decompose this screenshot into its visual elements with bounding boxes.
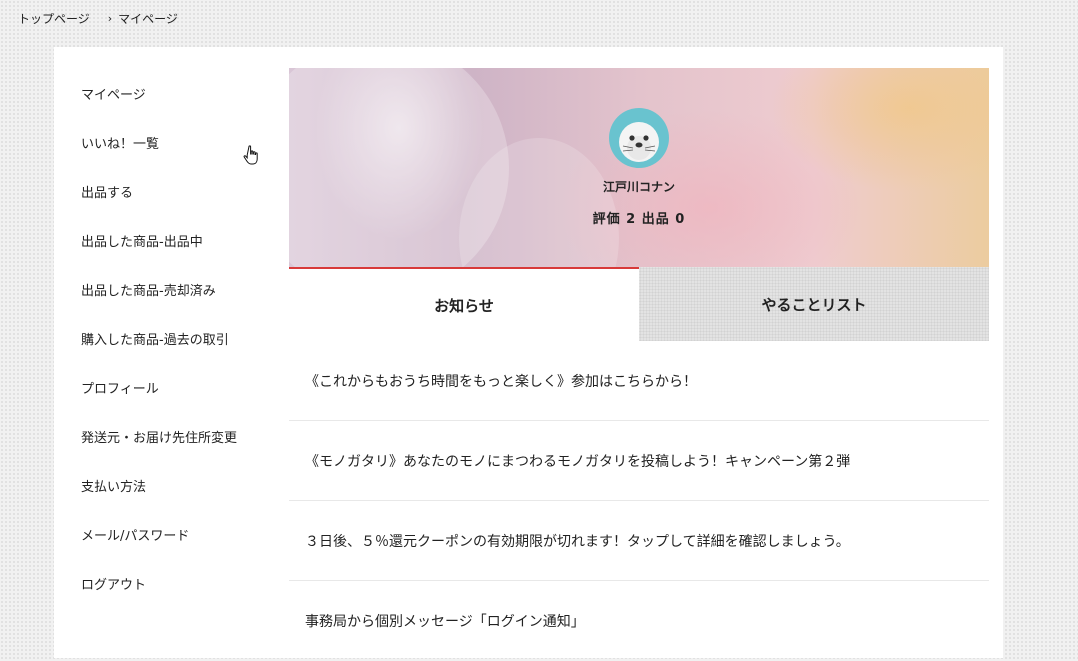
sidebar-item-logout[interactable]: ログアウト [81, 574, 146, 593]
user-stats: 評価 2 出品 0 [592, 212, 686, 227]
sidebar-item-listed-sold[interactable]: 出品した商品-売却済み [81, 280, 216, 299]
profile-header: 江戸川コナン 評価 2 出品 0 [289, 68, 989, 268]
mypage-card: マイページ いいね！一覧 出品する 出品した商品-出品中 出品した商品-売却済み… [54, 47, 1003, 658]
sidebar-item-profile[interactable]: プロフィール [81, 378, 159, 397]
sidebar-item-mypage[interactable]: マイページ [81, 84, 146, 103]
tab-todo-list[interactable]: やることリスト [639, 267, 989, 341]
breadcrumb: トップページ › マイページ [18, 10, 178, 27]
sidebar-item-listed-active[interactable]: 出品した商品-出品中 [81, 231, 203, 250]
sidebar-item-sell[interactable]: 出品する [81, 182, 133, 201]
tab-bar: お知らせ やることリスト [289, 267, 989, 341]
avatar[interactable] [609, 108, 669, 168]
user-name: 江戸川コナン [602, 180, 675, 194]
notice-list: 《これからもおうち時間をもっと楽しく》参加はこちらから！ 《モノガタリ》あなたの… [289, 341, 989, 661]
seal-icon [619, 122, 659, 162]
sidebar: マイページ いいね！一覧 出品する 出品した商品-出品中 出品した商品-売却済み… [54, 47, 289, 658]
list-item[interactable]: 《モノガタリ》あなたのモノにまつわるモノガタリを投稿しよう！キャンペーン第２弾 [289, 421, 989, 501]
list-item[interactable]: 《これからもおうち時間をもっと楽しく》参加はこちらから！ [289, 341, 989, 421]
breadcrumb-current: マイページ [118, 12, 178, 26]
list-item[interactable]: ３日後、５％還元クーポンの有効期限が切れます！タップして詳細を確認しましょう。 [289, 501, 989, 581]
sidebar-item-payment[interactable]: 支払い方法 [81, 476, 146, 495]
sidebar-item-likes[interactable]: いいね！一覧 [81, 133, 159, 152]
breadcrumb-home-link[interactable]: トップページ [18, 10, 90, 27]
breadcrumb-separator: › [107, 12, 113, 25]
sidebar-item-address[interactable]: 発送元・お届け先住所変更 [81, 427, 237, 446]
list-item[interactable]: 事務局から個別メッセージ「ログイン通知」 [289, 581, 989, 661]
hand-cursor-icon [243, 145, 258, 165]
sidebar-item-purchased[interactable]: 購入した商品-過去の取引 [81, 329, 229, 348]
sidebar-item-email-password[interactable]: メール/パスワード [81, 525, 189, 544]
tab-notices[interactable]: お知らせ [289, 267, 639, 341]
